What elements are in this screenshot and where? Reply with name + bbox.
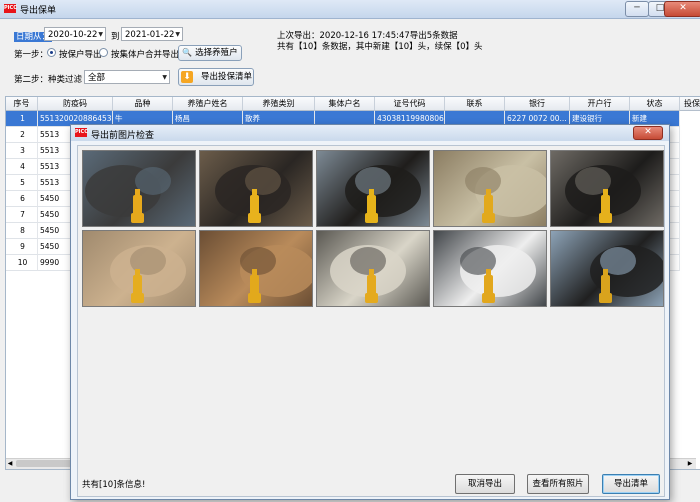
- table-cell-no[interactable]: 4: [6, 159, 38, 175]
- cattle-silhouette-icon: [215, 165, 291, 223]
- cattle-silhouette-icon: [345, 165, 421, 223]
- column-header-9[interactable]: 开户行: [570, 97, 630, 111]
- select-farmer-label: 选择养殖户: [195, 48, 238, 58]
- export-list-button[interactable]: 导出清单: [602, 474, 660, 494]
- app-logo-icon: PICC: [4, 4, 17, 13]
- radio-by-household-label: 按保户导出: [59, 50, 102, 60]
- search-icon: 🔍: [182, 48, 193, 57]
- column-header-4[interactable]: 养殖类别: [243, 97, 315, 111]
- table-cell-no[interactable]: 1: [6, 111, 38, 127]
- scroll-right-icon[interactable]: ▶: [686, 460, 694, 468]
- table-cell-no[interactable]: 5: [6, 175, 38, 191]
- view-all-photos-button[interactable]: 查看所有照片: [527, 474, 589, 494]
- species-select[interactable]: 全部 ▼: [84, 70, 170, 84]
- close-button[interactable]: ✕: [664, 1, 700, 17]
- date-from-picker[interactable]: 2020-10-22 ▼: [44, 27, 106, 41]
- column-header-8[interactable]: 银行: [505, 97, 570, 111]
- date-to-value: 2021-01-22: [125, 30, 175, 40]
- export-list-label: 导出投保清单: [201, 72, 253, 82]
- data-count-info: 共有【10】条数据，其中新建【10】头，续保【0】头: [277, 42, 483, 52]
- cattle-photo-1[interactable]: [82, 150, 196, 227]
- cattle-photo-6[interactable]: [82, 230, 196, 307]
- dropdown-arrow-icon: ▼: [175, 31, 180, 38]
- cattle-silhouette-icon: [85, 165, 171, 223]
- date-to-label: 到: [111, 32, 120, 42]
- table-cell-no[interactable]: 10: [6, 255, 38, 271]
- column-header-0[interactable]: 序号: [6, 97, 38, 111]
- radio-merge-collective-label: 按集体户合并导出: [111, 50, 180, 60]
- window-title: 导出保单: [20, 6, 57, 16]
- table-cell-no[interactable]: 6: [6, 191, 38, 207]
- column-header-7[interactable]: 联系: [445, 97, 505, 111]
- dropdown-arrow-icon: ▼: [98, 31, 103, 38]
- column-header-11[interactable]: 投保: [680, 97, 700, 111]
- radio-by-household[interactable]: [47, 48, 56, 57]
- cattle-silhouette-icon: [465, 165, 546, 223]
- cattle-photo-10[interactable]: [550, 230, 664, 307]
- cattle-photo-7[interactable]: [199, 230, 313, 307]
- step1-label: 第一步：: [14, 50, 49, 60]
- dialog-body: 共有[10]条信息! 取消导出 查看所有照片 导出清单: [77, 145, 665, 497]
- dialog-title: 导出前图片检查: [91, 131, 155, 141]
- cattle-silhouette-icon: [330, 245, 406, 303]
- species-select-value: 全部: [88, 73, 106, 83]
- dialog-close-button[interactable]: ✕: [633, 126, 663, 140]
- cattle-silhouette-icon: [565, 165, 641, 223]
- export-insurance-list-button[interactable]: ⬇ 导出投保清单: [178, 68, 254, 86]
- select-farmer-button[interactable]: 🔍 选择养殖户: [178, 45, 242, 61]
- download-icon: ⬇: [181, 71, 193, 83]
- table-cell-no[interactable]: 9: [6, 239, 38, 255]
- table-cell-no[interactable]: 3: [6, 143, 38, 159]
- column-header-5[interactable]: 集体户名: [315, 97, 375, 111]
- date-from-value: 2020-10-22: [48, 30, 98, 40]
- dialog-title-bar: PICC 导出前图片检查 ✕: [71, 125, 669, 141]
- date-to-picker[interactable]: 2021-01-22 ▼: [121, 27, 183, 41]
- cattle-photo-8[interactable]: [316, 230, 430, 307]
- cattle-photo-3[interactable]: [316, 150, 430, 227]
- minimize-button[interactable]: ─: [625, 1, 649, 17]
- column-header-1[interactable]: 防疫码: [38, 97, 113, 111]
- photo-grid: [78, 146, 664, 316]
- table-cell-no[interactable]: 7: [6, 207, 38, 223]
- column-header-2[interactable]: 品种: [113, 97, 173, 111]
- cattle-silhouette-icon: [460, 245, 536, 303]
- table-cell-no[interactable]: 2: [6, 127, 38, 143]
- step2-label: 第二步：种类过滤: [14, 75, 83, 85]
- table-cell-no[interactable]: 8: [6, 223, 38, 239]
- column-header-10[interactable]: 状态: [630, 97, 680, 111]
- dropdown-arrow-icon: ▼: [162, 74, 167, 81]
- radio-merge-collective[interactable]: [99, 48, 108, 57]
- cattle-photo-9[interactable]: [433, 230, 547, 307]
- column-header-6[interactable]: 证号代码: [375, 97, 445, 111]
- cattle-silhouette-icon: [590, 245, 663, 303]
- cattle-silhouette-icon: [110, 245, 186, 303]
- scroll-left-icon[interactable]: ◀: [6, 460, 14, 468]
- cattle-silhouette-icon: [240, 245, 312, 303]
- footer-count: 共有[10]条信息!: [82, 480, 146, 490]
- cattle-photo-5[interactable]: [550, 150, 664, 227]
- cattle-photo-2[interactable]: [199, 150, 313, 227]
- image-check-dialog: PICC 导出前图片检查 ✕ 共有[10]条信息! 取消导出 查看所有照片 导出…: [70, 124, 670, 500]
- cattle-photo-4[interactable]: [433, 150, 547, 227]
- cancel-export-button[interactable]: 取消导出: [455, 474, 515, 494]
- title-bar: PICC 导出保单 ─ □ ✕: [0, 0, 700, 19]
- column-header-3[interactable]: 养殖户姓名: [173, 97, 243, 111]
- app-logo-icon: PICC: [75, 128, 88, 137]
